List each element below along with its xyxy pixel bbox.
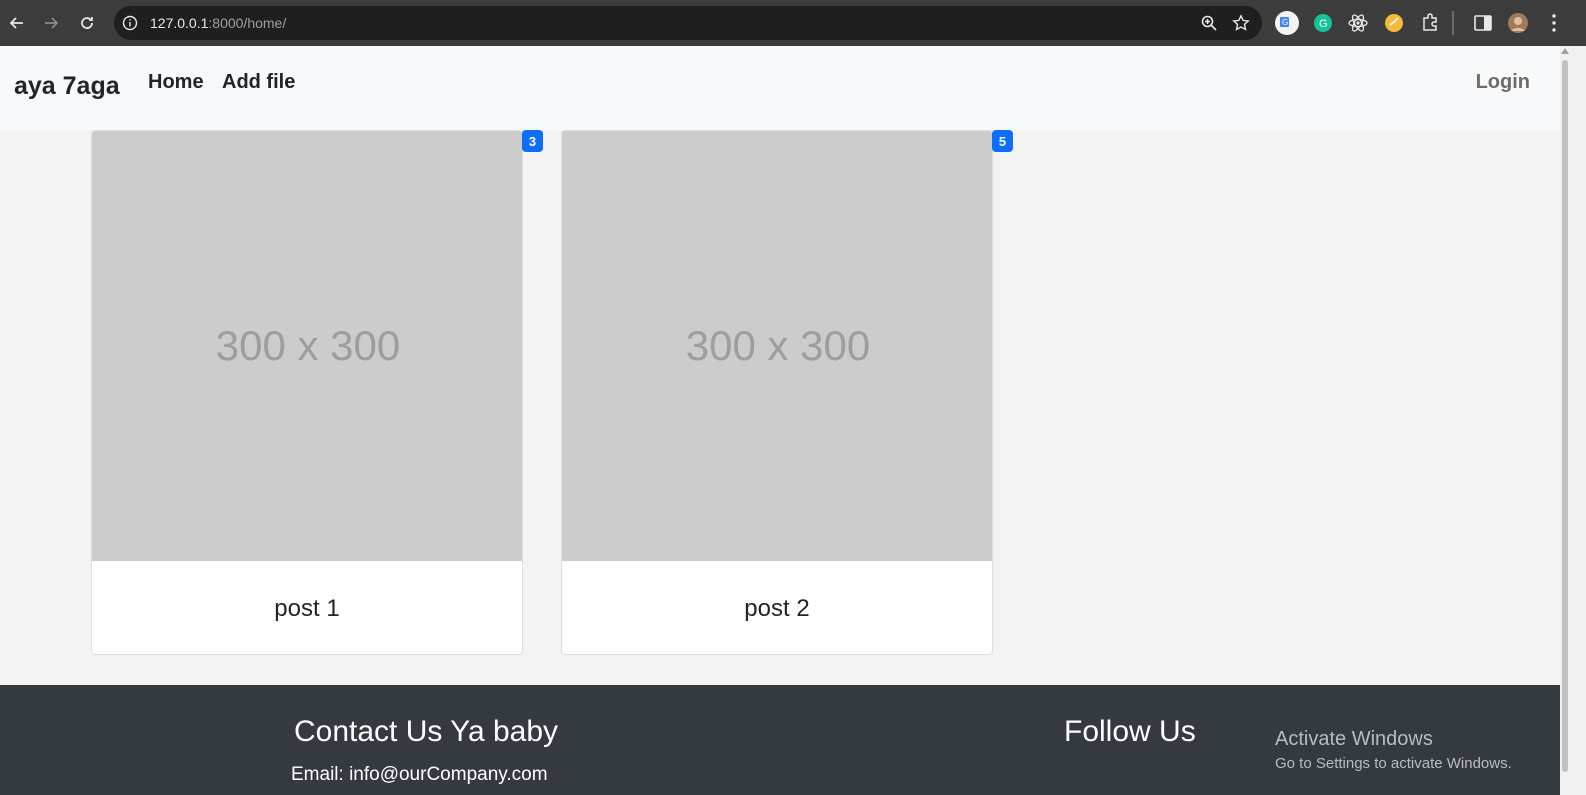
post-card[interactable]: 300 x 300 post 2 xyxy=(561,130,993,655)
site-navbar: aya 7aga Home Add file Login xyxy=(0,46,1560,130)
reload-button[interactable] xyxy=(70,6,104,40)
post-image-placeholder: 300 x 300 xyxy=(92,131,522,561)
login-link[interactable]: Login xyxy=(1476,71,1530,94)
side-panel-button[interactable] xyxy=(1471,11,1495,35)
scrollbar-thumb[interactable] xyxy=(1562,60,1568,772)
post-image-placeholder: 300 x 300 xyxy=(562,131,992,561)
react-atom-icon xyxy=(1348,14,1368,32)
follow-heading: Follow Us xyxy=(1064,715,1196,748)
post-title: post 1 xyxy=(274,594,340,622)
grammarly-extension[interactable]: G xyxy=(1311,11,1335,35)
browser-toolbar: 127.0.0.1:8000/home/ G G xyxy=(0,0,1586,46)
forward-button[interactable] xyxy=(34,6,68,40)
forward-arrow-icon xyxy=(45,17,59,29)
post-title: post 2 xyxy=(744,594,810,622)
side-panel-icon xyxy=(1474,15,1492,31)
watermark-subtitle: Go to Settings to activate Windows. xyxy=(1275,755,1512,772)
clock-extension[interactable] xyxy=(1382,11,1406,35)
orange-clock-icon xyxy=(1385,14,1403,32)
kebab-menu-icon xyxy=(1552,14,1556,32)
toolbar-divider xyxy=(1452,11,1454,35)
page-scrollbar[interactable] xyxy=(1560,46,1586,795)
address-bar[interactable]: 127.0.0.1:8000/home/ xyxy=(114,6,1262,40)
zoom-icon[interactable] xyxy=(1200,14,1218,32)
post-count-badge: 5 xyxy=(992,130,1013,152)
contact-email: Email: info@ourCompany.com xyxy=(291,764,548,785)
back-arrow-icon xyxy=(9,17,23,29)
puzzle-icon xyxy=(1423,13,1437,31)
reload-icon xyxy=(81,17,93,29)
nav-link-home[interactable]: Home xyxy=(148,71,204,94)
back-button[interactable] xyxy=(0,6,34,40)
url-path: :8000/home/ xyxy=(208,15,287,31)
svg-text:G: G xyxy=(1319,18,1328,30)
react-devtools-extension[interactable] xyxy=(1346,11,1370,35)
google-translate-extension[interactable]: G xyxy=(1275,11,1299,35)
post-card[interactable]: 300 x 300 post 1 xyxy=(91,130,523,655)
site-info-icon[interactable] xyxy=(122,15,138,31)
scroll-up-arrow[interactable] xyxy=(1561,48,1569,54)
profile-avatar-icon xyxy=(1508,13,1528,33)
bookmark-star-icon[interactable] xyxy=(1232,14,1250,32)
url-text: 127.0.0.1:8000/home/ xyxy=(150,15,286,31)
browser-menu-button[interactable] xyxy=(1542,11,1566,35)
post-count-badge: 3 xyxy=(522,130,543,152)
nav-link-add-file[interactable]: Add file xyxy=(222,71,295,94)
contact-heading: Contact Us Ya baby xyxy=(294,715,559,748)
url-host: 127.0.0.1 xyxy=(150,15,209,31)
brand-logo[interactable]: aya 7aga xyxy=(14,72,120,101)
translate-icon: G xyxy=(1275,11,1299,35)
extensions-button[interactable] xyxy=(1418,11,1442,35)
profile-avatar[interactable] xyxy=(1506,11,1530,35)
grammarly-icon: G xyxy=(1314,14,1332,32)
windows-activation-watermark: Activate Windows Go to Settings to activ… xyxy=(1275,728,1512,772)
watermark-title: Activate Windows xyxy=(1275,728,1433,750)
svg-text:G: G xyxy=(1282,18,1288,27)
